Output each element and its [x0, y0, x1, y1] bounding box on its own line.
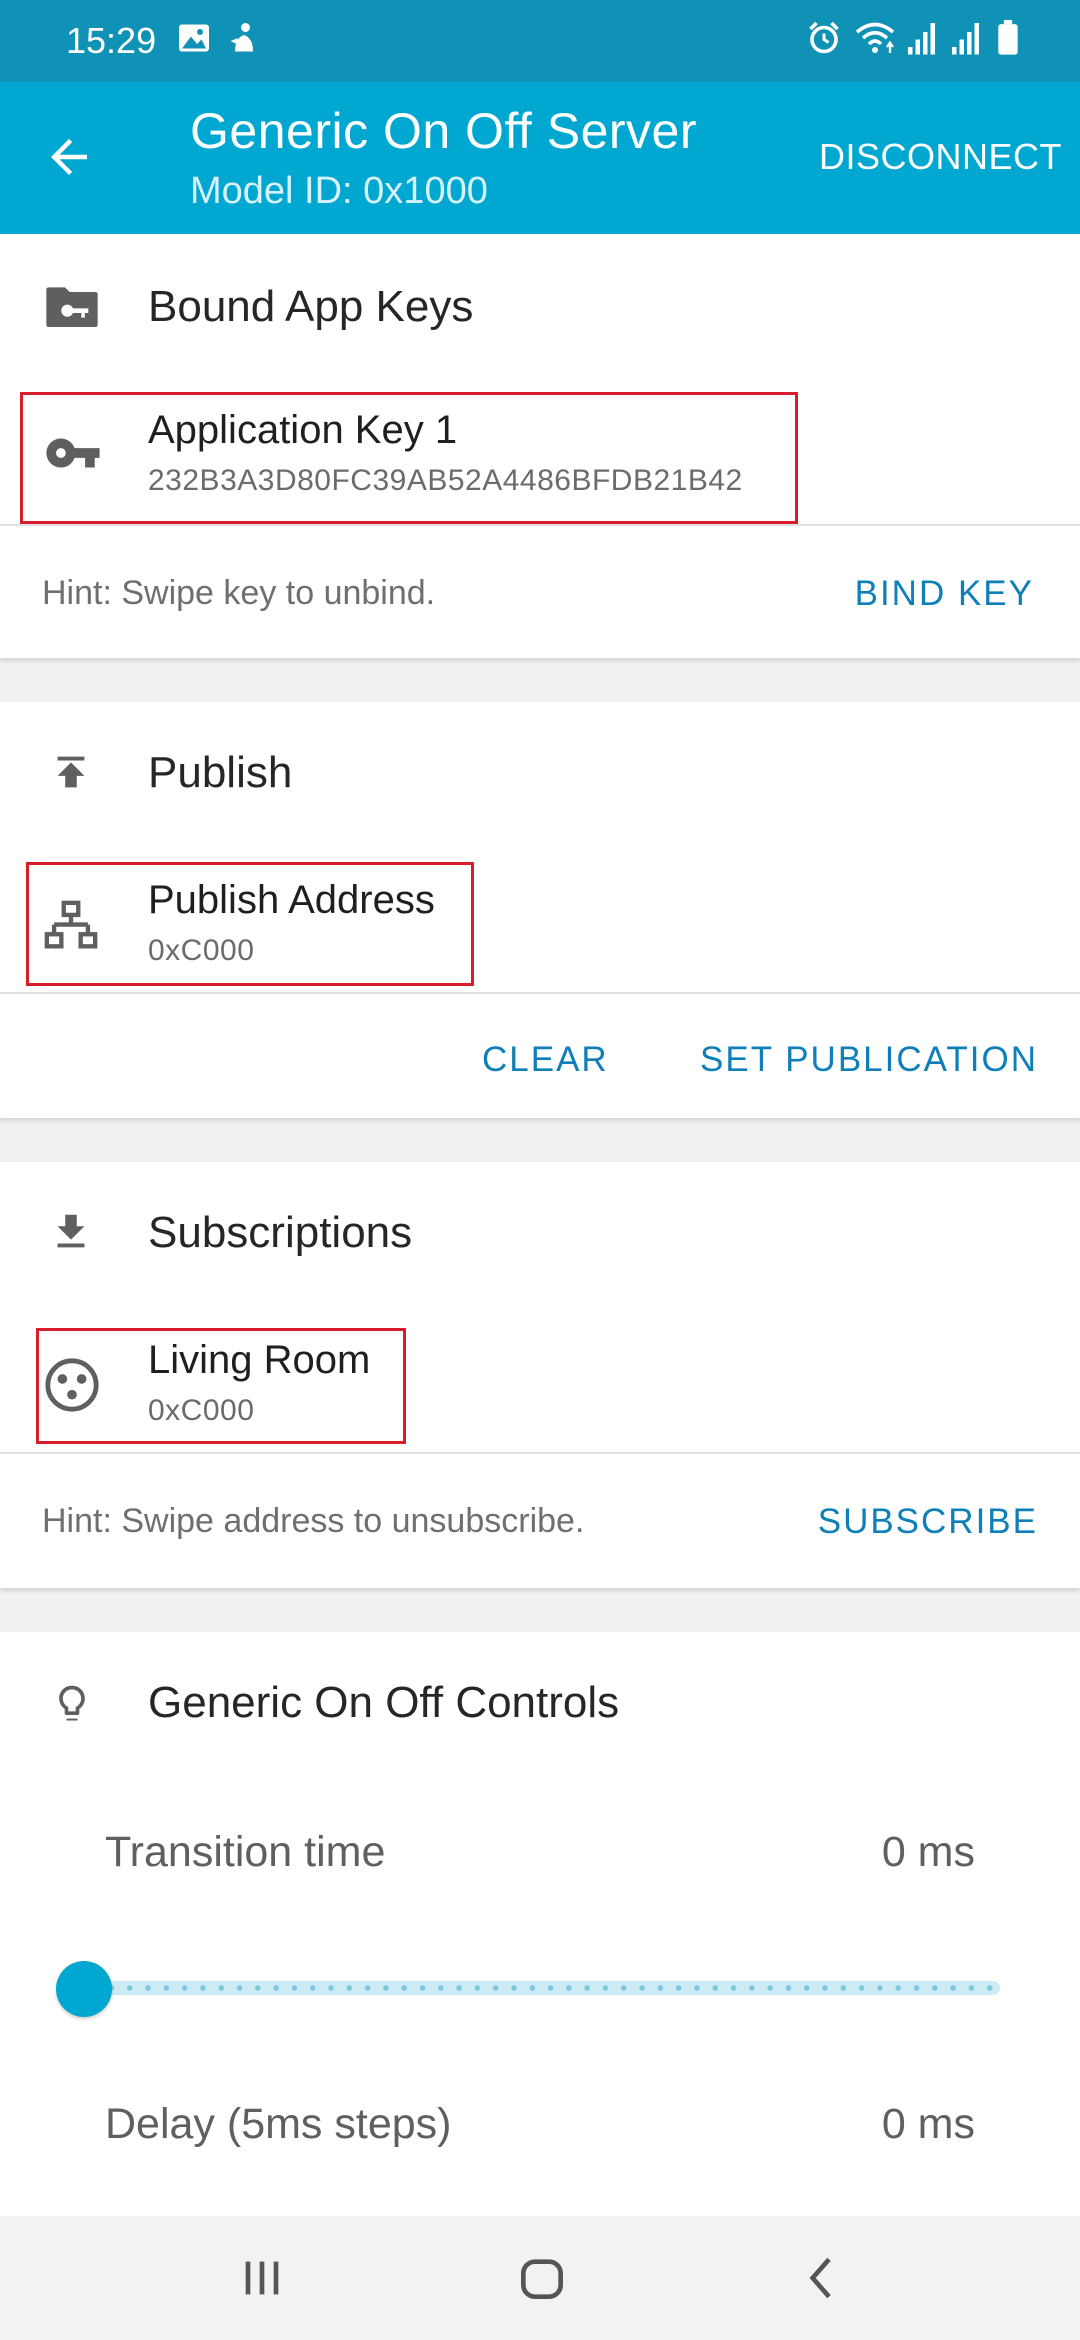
disconnect-button[interactable]: DISCONNECT: [819, 136, 1062, 178]
system-navigation-bar: [0, 2216, 1080, 2340]
bind-key-button[interactable]: BIND KEY: [855, 574, 1034, 614]
folder-key-icon: [46, 287, 98, 327]
controls-title: Generic On Off Controls: [148, 1678, 620, 1727]
highlight-box: [36, 1328, 406, 1444]
divider: [0, 992, 1080, 994]
assistant-icon: [230, 23, 253, 52]
clear-publication-button[interactable]: CLEAR: [482, 1040, 609, 1080]
transition-time-label: Transition time: [105, 1828, 386, 1876]
download-icon: [57, 1214, 85, 1248]
set-publication-button[interactable]: SET PUBLICATION: [700, 1040, 1038, 1080]
battery-icon: [998, 20, 1018, 55]
status-bar: 15:29: [0, 0, 1080, 82]
unbind-hint: Hint: Swipe key to unbind.: [42, 574, 436, 612]
publish-title: Publish: [148, 748, 293, 797]
delay-label: Delay (5ms steps): [105, 2100, 452, 2148]
divider: [0, 524, 1080, 526]
model-id-subtitle: Model ID: 0x1000: [190, 170, 488, 212]
bound-app-keys-header: Bound App Keys: [0, 256, 1080, 356]
home-icon[interactable]: [512, 2250, 572, 2306]
recent-apps-icon[interactable]: [232, 2250, 292, 2306]
unsubscribe-hint: Hint: Swipe address to unsubscribe.: [42, 1502, 585, 1540]
back-icon[interactable]: [792, 2250, 852, 2306]
publish-icon: [57, 756, 85, 788]
wifi-icon: [855, 22, 895, 53]
transition-time-value: 0 ms: [881, 1828, 975, 1876]
highlight-box: [26, 862, 474, 986]
highlight-box: [20, 392, 798, 524]
publish-header: Publish: [0, 722, 1080, 822]
alarm-icon: [809, 21, 839, 54]
lightbulb-icon: [59, 1685, 85, 1721]
subscriptions-card: Subscriptions Living Room 0xC000 Hint: S…: [0, 1162, 1080, 1588]
image-icon: [179, 24, 209, 52]
signal-icon: [952, 23, 979, 55]
delay-value: 0 ms: [881, 2100, 975, 2148]
controls-header: Generic On Off Controls: [0, 1652, 1080, 1752]
page-title: Generic On Off Server: [190, 103, 697, 159]
bound-app-keys-title: Bound App Keys: [148, 282, 474, 331]
bound-app-keys-card: Bound App Keys Application Key 1 232B3A3…: [0, 234, 1080, 658]
subscribe-button[interactable]: SUBSCRIBE: [818, 1502, 1038, 1542]
app-bar: Generic On Off Server Model ID: 0x1000 D…: [0, 82, 1080, 234]
subscriptions-header: Subscriptions: [0, 1182, 1080, 1282]
transition-slider-thumb[interactable]: [56, 1961, 112, 2017]
publish-card: Publish Publish Address 0xC000 CLEAR SET…: [0, 702, 1080, 1118]
transition-slider-ticks: [84, 1984, 1000, 1992]
arrow-back-icon[interactable]: [42, 130, 96, 184]
signal-icon: [908, 23, 935, 55]
subscriptions-title: Subscriptions: [148, 1208, 413, 1257]
status-time: 15:29: [66, 20, 157, 61]
divider: [0, 1452, 1080, 1454]
